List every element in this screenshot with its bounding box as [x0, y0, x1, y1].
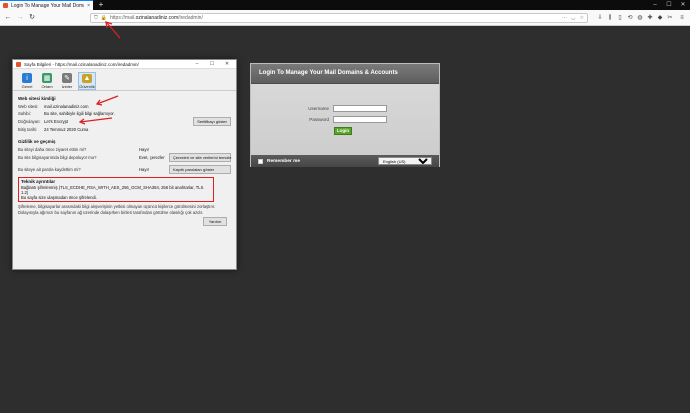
page-actions-icon[interactable]: ··· [562, 15, 567, 21]
info-icon: i [22, 73, 32, 83]
shield-icon[interactable]: ⛉ [94, 15, 98, 21]
login-form: Username Password Login [251, 84, 439, 155]
tab-general[interactable]: i Genel [18, 72, 36, 90]
library-icon[interactable]: ⫼ [606, 13, 614, 23]
tab-media[interactable]: ▦ Ortam [38, 72, 56, 90]
sync-icon[interactable]: ⟲ [626, 13, 634, 23]
maximize-icon[interactable]: ☐ [206, 61, 218, 67]
sidebar-icon[interactable]: ▯ [616, 13, 624, 23]
technical-details-box: Teknik ayrıntılar Bağlantı şifrelenmiş (… [18, 177, 214, 202]
password-answer: Hayır [139, 167, 150, 172]
minimize-icon[interactable]: – [648, 0, 662, 10]
language-select[interactable]: English (US) [378, 157, 432, 165]
reload-icon[interactable]: ↻ [27, 13, 37, 23]
firefox-icon [16, 61, 21, 67]
back-icon[interactable]: ← [3, 13, 13, 23]
page-info-dialog: Sayfa Bilgileri - https://mail.ozinalana… [12, 59, 237, 270]
expiry-value: 24 Temmuz 2020 Cuma [44, 127, 89, 132]
login-title: Login To Manage Your Mail Domains & Acco… [251, 64, 439, 84]
dialog-title: Sayfa Bilgileri - https://mail.ozinalana… [24, 61, 139, 67]
password-question: Bu siteye ait parola kaydettim mi? [18, 167, 81, 172]
close-icon[interactable]: ✕ [221, 61, 233, 67]
screenshot-icon[interactable]: ✂ [666, 13, 674, 23]
new-tab-button[interactable]: + [96, 0, 106, 10]
tab-permissions[interactable]: ✎ İzinler [58, 72, 76, 90]
addon-icon[interactable]: ◆ [656, 13, 664, 23]
storage-question: Bu site bilgisayarımda bilgi depoluyor m… [18, 155, 97, 160]
view-certificate-button[interactable]: Sertifikayı göster [193, 117, 231, 126]
account-icon[interactable]: ◍ [636, 13, 644, 23]
tab-label: İzinler [61, 84, 73, 89]
encryption-note: Şifreleme, bilgisayarlar arasındaki bilg… [18, 204, 216, 215]
login-button[interactable]: Login [334, 127, 352, 135]
browser-tab[interactable]: Login To Manage Your Mail Doma × [0, 0, 93, 10]
verifier-label: Doğrulayan: [18, 119, 41, 124]
login-panel: Login To Manage Your Mail Domains & Acco… [250, 63, 440, 167]
verifier-value: Let's Encrypt [44, 119, 69, 124]
website-value: mail.ozinalanadiniz.com [44, 104, 89, 109]
forward-icon[interactable]: → [15, 13, 25, 23]
remember-me-checkbox[interactable] [258, 158, 263, 164]
visited-question: Bu siteyi daha önce ziyaret ettim mi? [18, 147, 87, 152]
tab-bar: Login To Manage Your Mail Doma × + – ☐ ✕ [0, 0, 690, 10]
bookmark-star-icon[interactable]: ☆ [580, 15, 584, 21]
favicon-icon [3, 3, 8, 8]
security-panel: Web sitesi kimliği Web sitesi: mail.ozin… [13, 91, 236, 228]
login-footer: Remember me English (US) [251, 155, 439, 167]
pocket-icon[interactable]: ◡ [571, 15, 575, 21]
close-window-icon[interactable]: ✕ [676, 0, 690, 10]
dialog-tabs: i Genel ▦ Ortam ✎ İzinler ▲ Güvenlik [13, 69, 236, 91]
address-bar[interactable]: ⛉ 🔒 https://mail.ozinalanadiniz.com/ired… [90, 13, 588, 23]
tab-label: Güvenlik [79, 84, 95, 89]
owner-value: Bu site, sahibiyle ilgili bilgi sağlamıy… [44, 111, 115, 116]
username-label: Username [308, 106, 329, 111]
tab-security[interactable]: ▲ Güvenlik [78, 72, 96, 90]
nav-bar: ← → ↻ ⛉ 🔒 https://mail.ozinalanadiniz.co… [0, 10, 690, 26]
owner-label: Sahibi: [18, 111, 31, 116]
tab-label: Genel [21, 84, 33, 89]
show-passwords-button[interactable]: Kayıtlı parolaları göster [169, 165, 231, 174]
minimize-icon[interactable]: – [191, 61, 203, 67]
help-button[interactable]: Yardım [203, 217, 227, 226]
username-input[interactable] [333, 105, 387, 112]
technical-heading: Teknik ayrıntılar [21, 179, 56, 184]
maximize-icon[interactable]: ☐ [662, 0, 676, 10]
encryption-details: Bağlantı şifrelenmiş (TLS_ECDHE_RSA_WITH… [21, 185, 204, 195]
lock-icon[interactable]: 🔒 [101, 15, 107, 21]
download-icon[interactable]: ⇩ [596, 13, 604, 23]
remember-me-label: Remember me [267, 158, 301, 164]
encryption-status: Bu sayfa size ulaşmadan önce şifrelendi. [21, 195, 97, 200]
password-input[interactable] [333, 116, 387, 123]
dialog-titlebar: Sayfa Bilgileri - https://mail.ozinalana… [13, 60, 236, 69]
password-label: Password [309, 117, 329, 122]
clear-cookies-button[interactable]: Çerezleri ve site verilerini temizle [169, 153, 231, 162]
identity-heading: Web sitesi kimliği [18, 96, 56, 101]
permissions-icon: ✎ [62, 73, 72, 83]
url-text[interactable]: https://mail.ozinalanadiniz.com/iredadmi… [110, 15, 203, 21]
close-tab-icon[interactable]: × [87, 3, 90, 9]
visited-answer: Hayır [139, 147, 150, 152]
expiry-label: Bitiş tarihi: [18, 127, 38, 132]
lock-icon: ▲ [82, 74, 92, 83]
extension-icon[interactable]: ✚ [646, 13, 654, 23]
storage-answer: Evet, çerezler [139, 155, 165, 160]
media-icon: ▦ [42, 73, 52, 83]
tab-label: Ortam [41, 84, 53, 89]
privacy-heading: Gizlilik ve geçmiş [18, 139, 56, 144]
tab-title: Login To Manage Your Mail Doma [11, 2, 85, 9]
menu-icon[interactable]: ≡ [678, 13, 686, 23]
website-label: Web sitesi: [18, 104, 39, 109]
